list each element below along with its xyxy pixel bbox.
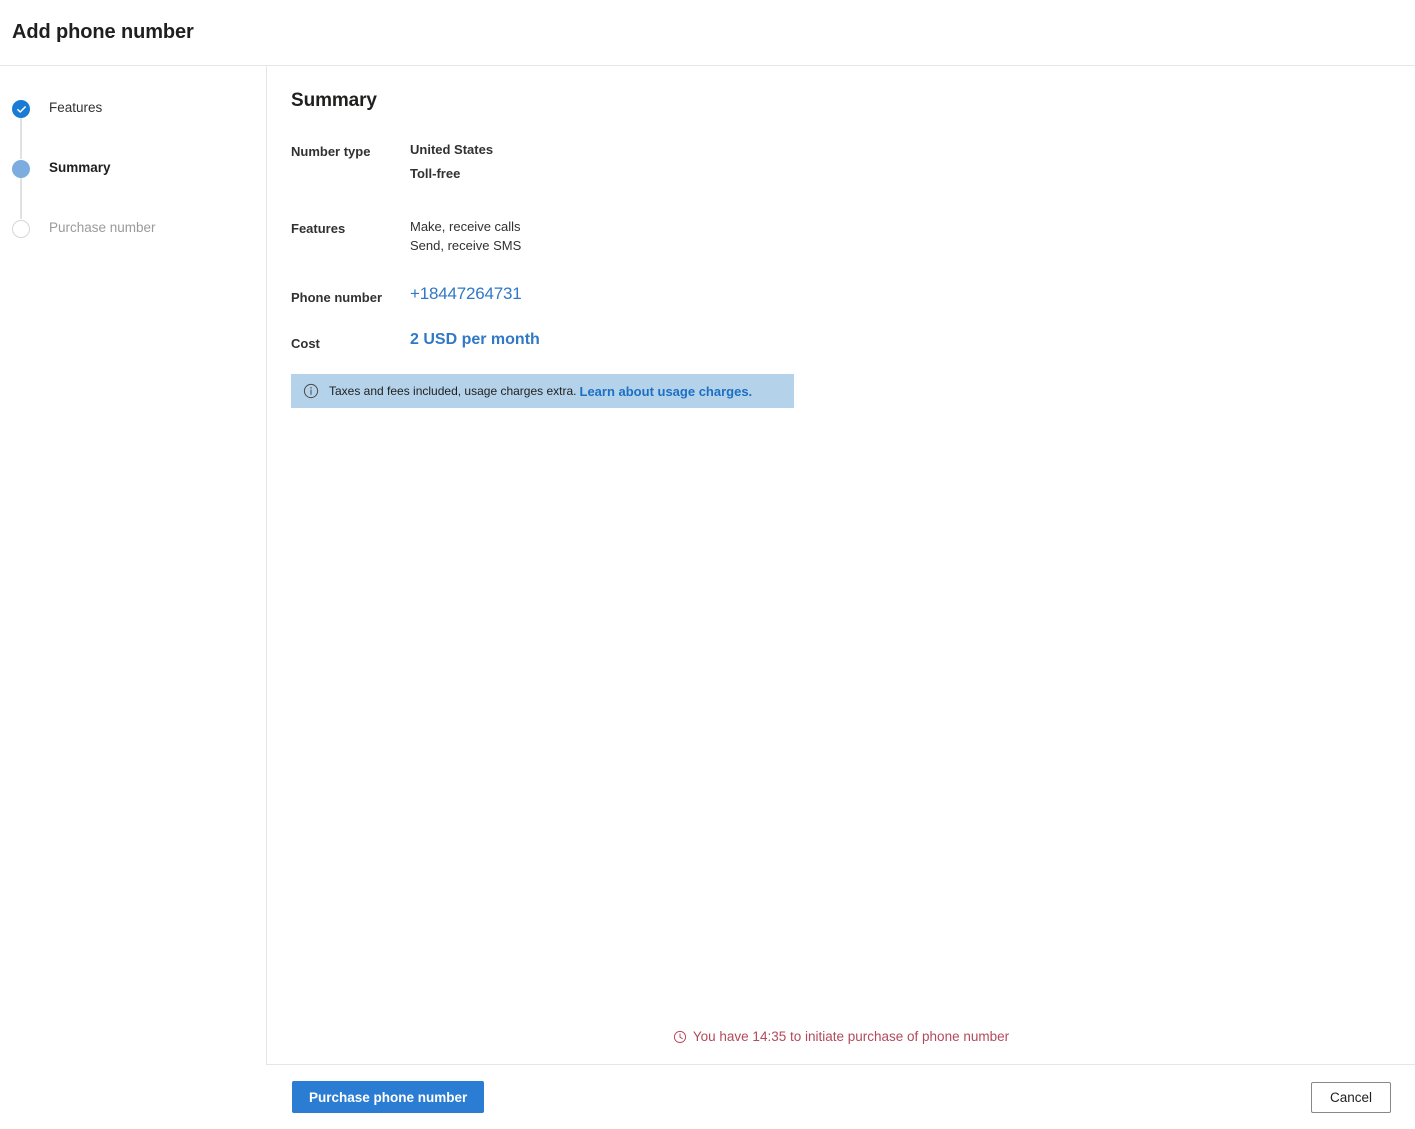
summary-row-number-type: Number type United States Toll-free [291, 142, 1415, 182]
step-marker-purchase-number [12, 220, 30, 238]
info-icon [303, 383, 319, 399]
summary-row-features: Features Make, receive calls Send, recei… [291, 219, 1415, 254]
filled-circle-icon [12, 160, 30, 178]
sidebar-item-purchase-number[interactable]: Purchase number [12, 219, 266, 279]
summary-value-calling: Make, receive calls [410, 219, 521, 234]
sidebar-item-label: Purchase number [49, 220, 156, 235]
main-content: Summary Number type United States Toll-f… [267, 66, 1415, 1065]
banner-message: Taxes and fees included, usage charges e… [329, 384, 577, 398]
sidebar-item-features[interactable]: Features [12, 99, 266, 159]
summary-values-cost: 2 USD per month [410, 330, 1415, 350]
sidebar-item-label: Summary [49, 160, 111, 175]
sidebar-item-label: Features [49, 100, 103, 115]
step-marker-summary [12, 160, 30, 178]
page-title: Add phone number [12, 21, 194, 43]
summary-label-phone-number: Phone number [291, 290, 383, 305]
step-progress-list: Features Summary Purchase number [0, 99, 266, 279]
summary-values-number-type: United States Toll-free [410, 142, 1415, 182]
summary-label-number-type: Number type [291, 144, 371, 159]
dialog-header: Add phone number [0, 0, 1415, 66]
summary-values-features: Make, receive calls Send, receive SMS [410, 219, 1415, 254]
summary-panel: Summary Number type United States Toll-f… [267, 66, 1415, 408]
summary-label-features: Features [291, 221, 346, 236]
countdown-text: You have 14:35 to initiate purchase of p… [692, 1029, 1010, 1044]
summary-value-country: United States [410, 142, 494, 157]
check-icon [12, 100, 30, 118]
summary-heading: Summary [291, 90, 377, 111]
learn-about-usage-charges-link[interactable]: Learn about usage charges. [580, 384, 753, 399]
usage-charges-info-banner: Taxes and fees included, usage charges e… [291, 374, 794, 408]
summary-label-cost: Cost [291, 336, 320, 351]
dialog-body: Features Summary Purchase number Summary [0, 66, 1415, 1065]
summary-row-phone-number: Phone number +18447264731 [291, 283, 1415, 306]
step-connector-line [20, 177, 22, 219]
clock-icon [673, 1030, 687, 1044]
sidebar-item-summary[interactable]: Summary [12, 159, 266, 219]
purchase-countdown: You have 14:35 to initiate purchase of p… [267, 1029, 1415, 1045]
summary-values-phone-number: +18447264731 [410, 283, 1415, 305]
purchase-phone-number-button[interactable]: Purchase phone number [292, 1081, 485, 1113]
summary-row-cost: Cost 2 USD per month [291, 330, 1415, 352]
summary-value-sms: Send, receive SMS [410, 238, 522, 253]
step-marker-features [12, 100, 30, 118]
empty-circle-icon [12, 220, 30, 238]
sidebar: Features Summary Purchase number [0, 66, 267, 1065]
dialog-footer: Purchase phone number Cancel [0, 1065, 1415, 1129]
cancel-button[interactable]: Cancel [1310, 1081, 1391, 1113]
summary-value-phone-number: +18447264731 [410, 284, 522, 303]
summary-value-cost: 2 USD per month [410, 331, 540, 348]
step-connector-line [20, 117, 22, 159]
summary-value-number-kind: Toll-free [410, 166, 461, 181]
